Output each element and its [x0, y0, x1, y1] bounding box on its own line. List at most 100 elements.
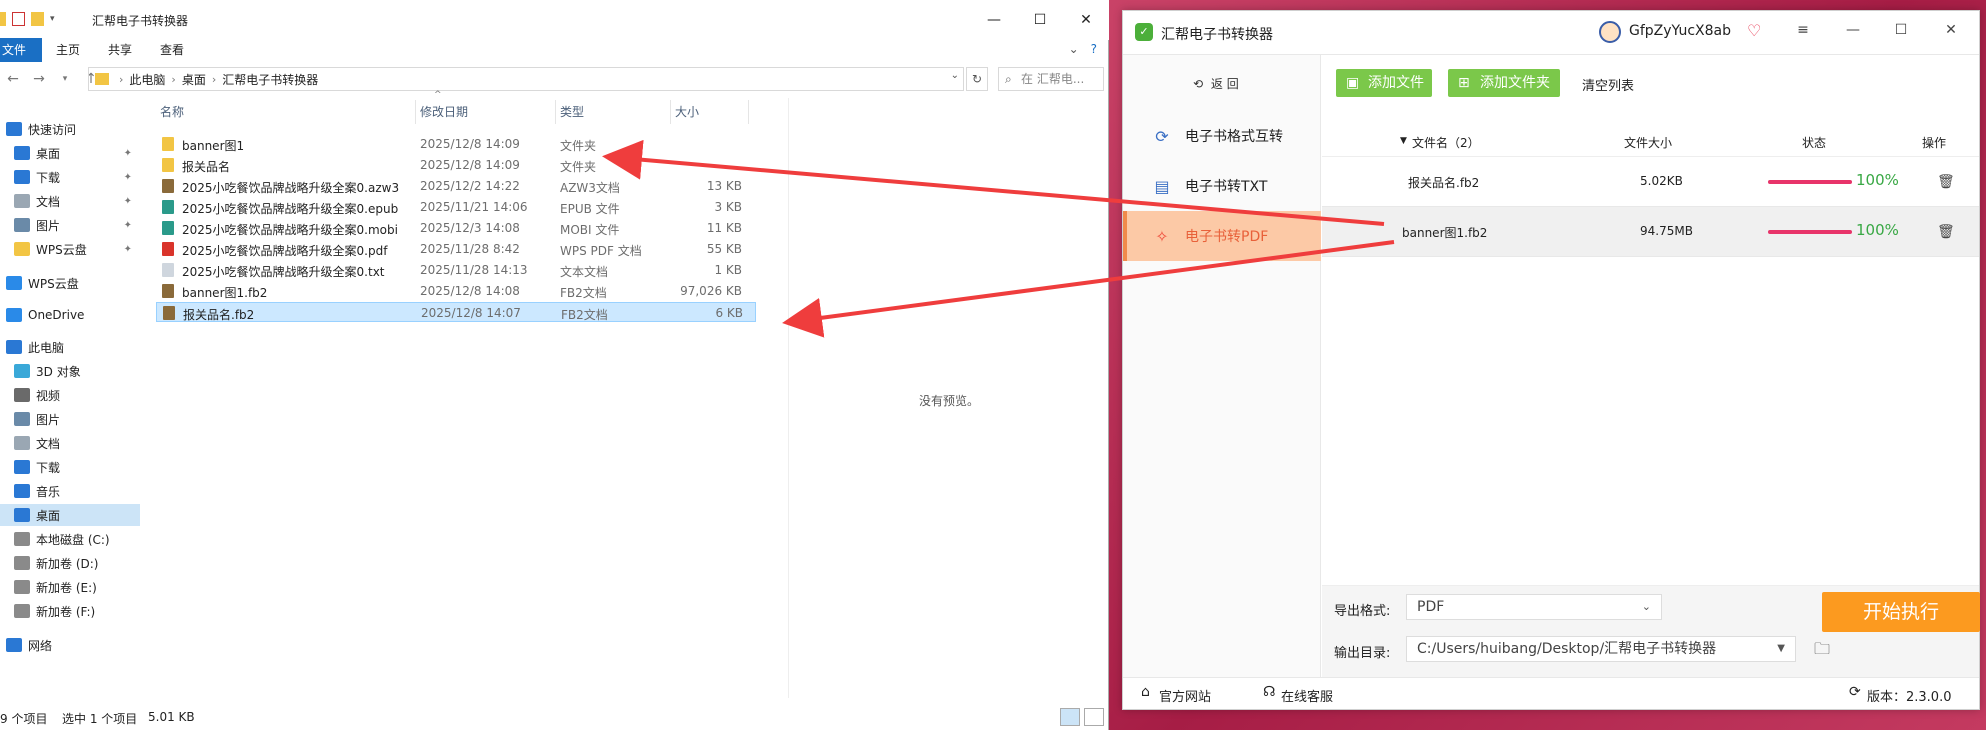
sidebar-item[interactable]: WPS云盘 — [0, 272, 140, 294]
service-link[interactable]: 在线客服 — [1281, 686, 1333, 705]
vip-diamond-icon[interactable]: ♡ — [1747, 21, 1761, 40]
tab-share[interactable]: 共享 — [94, 38, 146, 62]
sidebar-item-label: 文档 — [36, 194, 61, 209]
add-file-label: 添加文件 — [1368, 75, 1424, 91]
new-folder-icon[interactable] — [31, 12, 44, 26]
start-button[interactable]: 开始执行 — [1822, 592, 1980, 632]
username[interactable]: GfpZyYucX8ab — [1629, 23, 1731, 39]
sidebar-item[interactable]: 图片 ✦ — [0, 214, 140, 236]
sidebar-item[interactable]: WPS云盘 ✦ — [0, 238, 140, 260]
sidebar-item[interactable]: 新加卷 (D:) — [0, 552, 140, 574]
sidebar-item[interactable]: 新加卷 (F:) — [0, 600, 140, 622]
tab-file[interactable]: 文件 — [0, 38, 43, 62]
tab-view[interactable]: 查看 — [146, 38, 198, 62]
breadcrumb-this-pc[interactable]: 此电脑 — [129, 71, 165, 88]
details-view-button[interactable] — [1060, 708, 1080, 726]
sort-caret-icon[interactable]: ▼ — [1400, 136, 1407, 146]
file-row[interactable]: banner图1.fb2 2025/12/8 14:08 FB2文档 97,026 K… — [156, 281, 756, 301]
file-row[interactable]: 2025小吃餐饮品牌战略升级全案0.epub 2025/11/21 14:06 EP… — [156, 197, 756, 217]
chevron-down-icon[interactable]: ⌄ — [1069, 42, 1079, 56]
recent-chevron-icon[interactable]: ▾ — [52, 74, 78, 84]
col-filename[interactable]: 文件名（2） — [1412, 134, 1480, 151]
back-button[interactable]: ⟲ 返 回 — [1193, 75, 1239, 92]
output-dir-select[interactable]: C:/Users/huibang/Desktop/汇帮电子书转换器 ▼ — [1406, 636, 1796, 662]
file-date: 2025/11/21 14:06 — [420, 200, 528, 214]
sidebar-item[interactable]: 网络 — [0, 634, 140, 656]
sidebar-item[interactable]: 图片 — [0, 408, 140, 430]
app-logo-icon: ✓ — [1135, 23, 1153, 41]
large-icons-view-button[interactable] — [1084, 708, 1104, 726]
back-arrow-icon[interactable]: ← — [0, 71, 26, 87]
forward-arrow-icon[interactable]: → — [26, 71, 52, 87]
clear-list-button[interactable]: 清空列表 — [1582, 75, 1634, 94]
tab-home[interactable]: 主页 — [42, 38, 94, 62]
trash-icon[interactable]: 🗑 — [1937, 224, 1955, 240]
minimize-button[interactable]: — — [1843, 22, 1863, 38]
chevron-down-icon[interactable]: ⌄ — [951, 70, 959, 81]
table-row[interactable]: banner图1.fb2 94.75MB 100% 🗑 — [1322, 207, 1979, 257]
sidebar-item[interactable]: 文档 — [0, 432, 140, 454]
sidebar-item[interactable]: 文档 ✦ — [0, 190, 140, 212]
maximize-button[interactable]: ☐ — [1891, 22, 1911, 38]
file-row[interactable]: 2025小吃餐饮品牌战略升级全案0.txt 2025/11/28 14:13 文本文… — [156, 260, 756, 280]
sidebar-item[interactable]: 本地磁盘 (C:) — [0, 528, 140, 550]
folder-open-icon[interactable]: 🗀 — [1814, 638, 1830, 665]
add-file-button[interactable]: ▣ 添加文件 — [1336, 69, 1432, 97]
app-footer: ⌂ 官方网站 ☊ 在线客服 ⟳ 版本：2.3.0.0 — [1123, 677, 1979, 709]
sidebar-item[interactable]: 下载 — [0, 456, 140, 478]
sidebar-item[interactable]: OneDrive — [0, 304, 140, 326]
pin-icon[interactable]: ✦ — [124, 220, 132, 231]
pin-icon[interactable]: ✦ — [124, 172, 132, 183]
file-row[interactable]: 2025小吃餐饮品牌战略升级全案0.pdf 2025/11/28 8:42 WPS … — [156, 239, 756, 259]
trash-icon[interactable]: 🗑 — [1937, 174, 1955, 190]
sidebar-item[interactable]: 新加卷 (E:) — [0, 576, 140, 598]
file-row[interactable]: 2025小吃餐饮品牌战略升级全案0.azw3 2025/12/2 14:22 AZW… — [156, 176, 756, 196]
sidebar-item[interactable]: 此电脑 — [0, 336, 140, 358]
pin-icon[interactable]: ✦ — [124, 196, 132, 207]
file-date: 2025/12/8 14:07 — [421, 306, 521, 320]
search-input[interactable]: ⌕ 在 汇帮电... — [998, 67, 1104, 91]
maximize-button[interactable]: ☐ — [1017, 0, 1063, 40]
file-row[interactable]: 报关品名 2025/12/8 14:09 文件夹 — [156, 155, 756, 175]
column-date[interactable]: 修改日期 — [416, 100, 556, 124]
close-button[interactable]: ✕ — [1063, 0, 1109, 40]
breadcrumb-desktop[interactable]: 桌面 — [182, 71, 206, 88]
column-name[interactable]: 名称 — [156, 100, 416, 124]
nav-to-pdf[interactable]: ✧ 电子书转PDF — [1123, 211, 1321, 261]
table-row[interactable]: 报关品名.fb2 5.02KB 100% 🗑 — [1322, 157, 1979, 207]
preview-pane: 没有预览。 — [788, 98, 1106, 698]
address-bar[interactable]: › 此电脑 › 桌面 › 汇帮电子书转换器 ⌄ — [88, 67, 964, 91]
sidebar-item[interactable]: 桌面 ✦ — [0, 142, 140, 164]
format-select[interactable]: PDF ⌄ — [1406, 594, 1662, 620]
pin-icon[interactable]: ✦ — [124, 244, 132, 255]
help-icon[interactable]: ? — [1091, 42, 1097, 56]
search-placeholder: 在 汇帮电... — [1021, 72, 1085, 86]
chevron-down-icon[interactable]: ▾ — [50, 14, 55, 24]
sidebar-item[interactable]: 桌面 — [0, 504, 140, 526]
minimize-button[interactable]: — — [971, 0, 1017, 40]
sidebar-item[interactable]: 音乐 — [0, 480, 140, 502]
nav-to-txt[interactable]: ▤ 电子书转TXT — [1123, 161, 1321, 211]
file-row[interactable]: banner图1 2025/12/8 14:09 文件夹 — [156, 134, 756, 154]
caret-down-icon: ▼ — [1777, 643, 1785, 654]
file-row[interactable]: 2025小吃餐饮品牌战略升级全案0.mobi 2025/12/3 14:08 MOB… — [156, 218, 756, 238]
column-type[interactable]: 类型 — [556, 100, 671, 124]
properties-icon[interactable] — [12, 12, 25, 26]
close-button[interactable]: ✕ — [1941, 22, 1961, 38]
website-link[interactable]: 官方网站 — [1159, 686, 1211, 705]
sidebar-item-label: OneDrive — [28, 308, 85, 322]
nav-format-convert[interactable]: ⟳ 电子书格式互转 — [1123, 111, 1321, 161]
pin-icon[interactable]: ✦ — [124, 148, 132, 159]
add-folder-button[interactable]: ⊞ 添加文件夹 — [1448, 69, 1560, 97]
folder-icon[interactable] — [0, 12, 6, 26]
avatar[interactable] — [1599, 21, 1621, 43]
file-row[interactable]: 报关品名.fb2 2025/12/8 14:07 FB2文档 6 KB — [156, 302, 756, 322]
breadcrumb-folder[interactable]: 汇帮电子书转换器 — [222, 71, 318, 88]
sidebar-item[interactable]: 快速访问 — [0, 118, 140, 140]
sidebar-item[interactable]: 3D 对象 — [0, 360, 140, 382]
menu-icon[interactable]: ≡ — [1793, 22, 1813, 38]
sidebar-item[interactable]: 视频 — [0, 384, 140, 406]
refresh-button[interactable]: ↻ — [966, 67, 988, 91]
sidebar-item[interactable]: 下载 ✦ — [0, 166, 140, 188]
column-size[interactable]: 大小 — [671, 100, 749, 124]
